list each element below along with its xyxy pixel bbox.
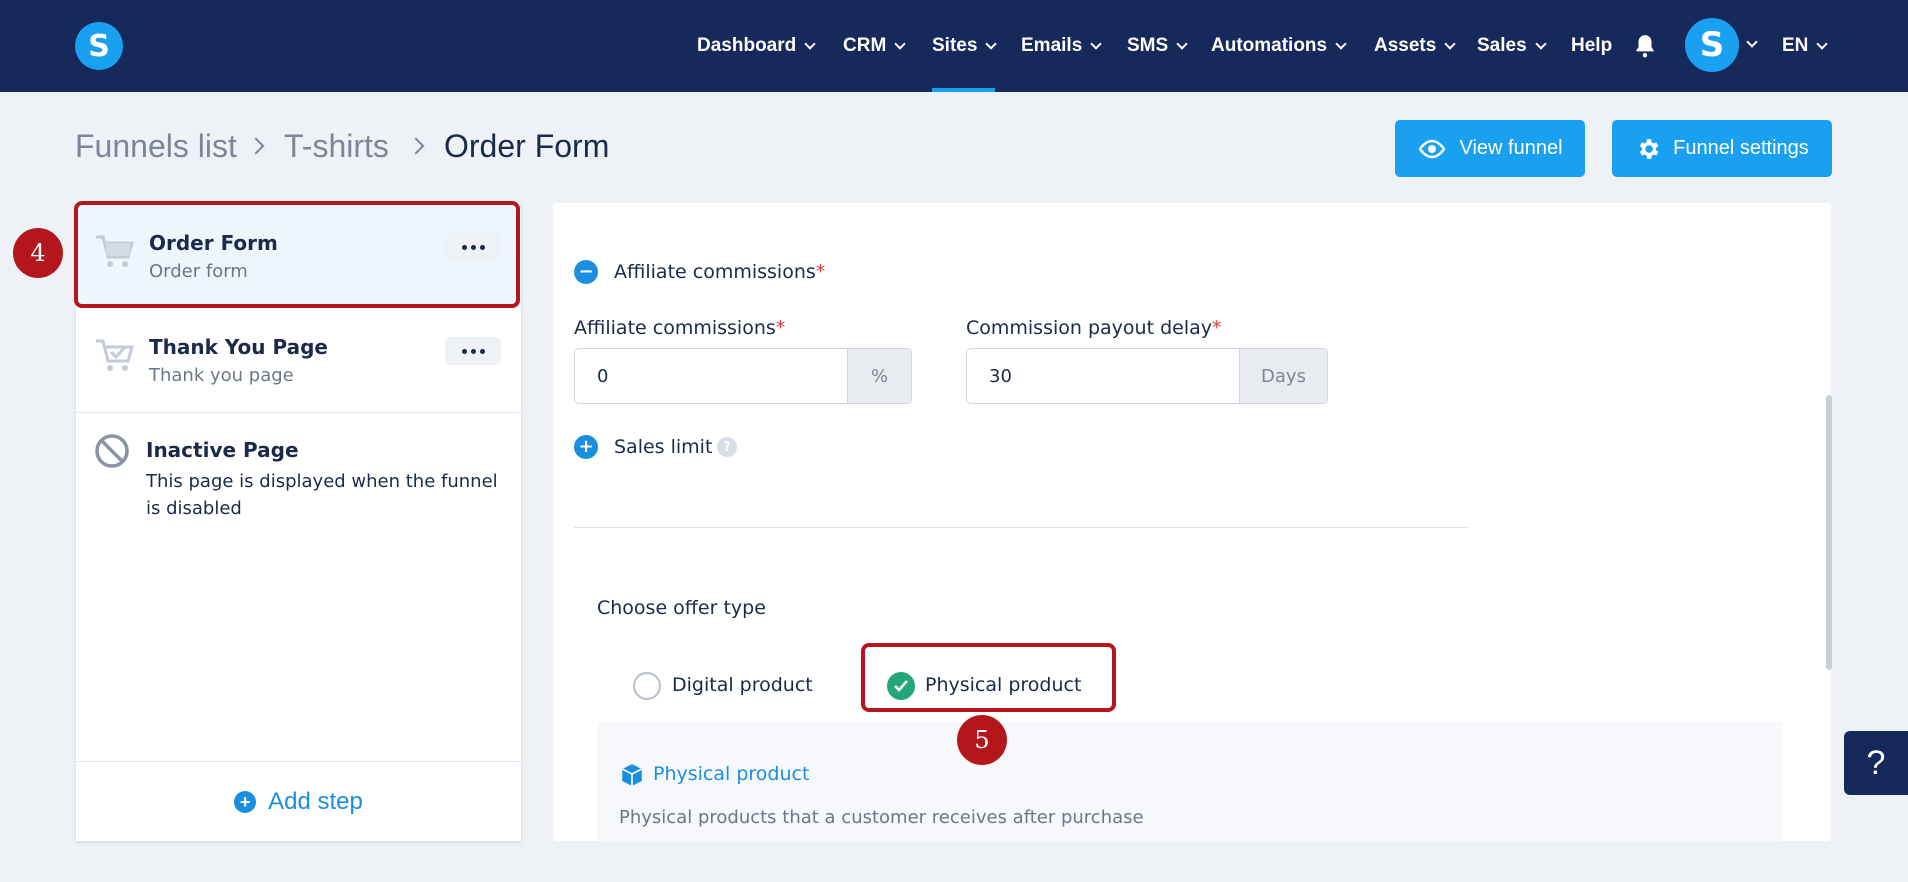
eye-icon <box>1418 139 1446 158</box>
plus-circle-icon[interactable]: + <box>574 435 598 459</box>
divider <box>574 527 1469 528</box>
add-step-button[interactable]: + Add step <box>76 761 521 841</box>
nav-sites[interactable]: Sites <box>932 0 998 92</box>
nav-crm[interactable]: CRM <box>843 0 906 92</box>
gear-icon <box>1639 138 1659 159</box>
offer-info-title: Physical product <box>653 763 810 785</box>
page-title: Order Form <box>444 128 610 164</box>
offer-info-description: Physical products that a customer receiv… <box>619 807 1144 828</box>
step-thank-you-page[interactable]: Thank You Page Thank you page <box>76 307 521 413</box>
highlight-order-form <box>74 201 520 308</box>
disabled-icon <box>95 434 129 468</box>
chevron-down-icon <box>1335 37 1347 50</box>
step-title: Inactive Page <box>146 438 299 462</box>
language-switcher[interactable]: EN <box>1782 0 1829 92</box>
help-tooltip-icon[interactable]: ? <box>717 437 737 457</box>
payout-delay-label: Commission payout delay* <box>966 317 1222 339</box>
highlight-physical-product <box>861 643 1116 712</box>
breadcrumb-t-shirts[interactable]: T-shirts <box>284 128 389 165</box>
payout-delay-input[interactable]: 30 Days <box>966 348 1328 404</box>
nav-emails[interactable]: Emails <box>1021 0 1102 92</box>
bell-icon[interactable] <box>1632 33 1658 59</box>
top-navbar: S Dashboard CRM Sites Emails SMS Automat… <box>0 0 1908 92</box>
nav-automations[interactable]: Automations <box>1211 0 1347 92</box>
view-funnel-button[interactable]: View funnel <box>1395 120 1585 177</box>
nav-label: SMS <box>1127 35 1169 56</box>
nav-label: Sites <box>932 35 978 56</box>
chevron-down-icon <box>1444 37 1456 50</box>
payout-delay-value[interactable]: 30 <box>967 349 1239 403</box>
funnel-settings-button[interactable]: Funnel settings <box>1612 120 1832 177</box>
logo[interactable]: S <box>75 22 123 70</box>
digital-product-label[interactable]: Digital product <box>672 674 813 696</box>
nav-label: Help <box>1571 35 1613 56</box>
chevron-right-icon <box>247 137 265 155</box>
nav-sms[interactable]: SMS <box>1127 0 1188 92</box>
step-subtitle: Thank you page <box>149 365 294 386</box>
cart-check-icon <box>96 339 134 371</box>
nav-help[interactable]: Help <box>1571 0 1612 92</box>
step-subtitle: This page is displayed when the funnel i… <box>146 471 498 519</box>
nav-dashboard[interactable]: Dashboard <box>697 0 816 92</box>
affiliate-section-title: Affiliate commissions* <box>614 261 826 283</box>
chevron-down-icon <box>985 37 998 50</box>
nav-label: CRM <box>843 35 887 56</box>
chevron-down-icon <box>1534 37 1547 50</box>
scrollbar[interactable] <box>1826 395 1832 670</box>
offer-type-description: Physical product Physical products that … <box>597 722 1782 841</box>
nav-assets[interactable]: Assets <box>1374 0 1456 92</box>
more-options-button[interactable] <box>445 337 501 365</box>
offer-type-label: Choose offer type <box>597 597 766 619</box>
add-step-label: Add step <box>268 787 363 815</box>
chevron-down-icon[interactable] <box>1746 36 1758 48</box>
help-button[interactable]: ? <box>1844 731 1908 795</box>
chevron-down-icon <box>1090 37 1102 50</box>
chevron-right-icon <box>407 137 425 155</box>
affiliate-commissions-value[interactable]: 0 <box>575 349 847 403</box>
affiliate-commissions-label: Affiliate commissions* <box>574 317 786 339</box>
chevron-down-icon <box>1816 37 1829 50</box>
language-label: EN <box>1782 35 1809 56</box>
nav-sales[interactable]: Sales <box>1477 0 1547 92</box>
avatar[interactable]: S <box>1685 18 1739 72</box>
nav-label: Assets <box>1374 35 1437 56</box>
step-badge-5: 5 <box>957 715 1007 765</box>
nav-label: Emails <box>1021 35 1083 56</box>
plus-circle-icon: + <box>234 790 257 813</box>
affiliate-commissions-input[interactable]: 0 % <box>574 348 912 404</box>
step-inactive-page[interactable]: Inactive Page This page is displayed whe… <box>76 413 521 533</box>
nav-label: Dashboard <box>697 35 797 56</box>
days-suffix: Days <box>1239 349 1327 403</box>
nav-label: Sales <box>1477 35 1527 56</box>
box-icon <box>621 764 643 786</box>
minus-circle-icon[interactable]: − <box>574 260 598 284</box>
chevron-down-icon <box>894 37 906 50</box>
funnel-settings-label: Funnel settings <box>1673 137 1809 159</box>
view-funnel-label: View funnel <box>1459 137 1563 159</box>
digital-product-radio[interactable] <box>633 672 661 700</box>
chevron-down-icon <box>1176 37 1188 50</box>
nav-label: Automations <box>1211 35 1328 56</box>
percent-suffix: % <box>847 349 911 403</box>
breadcrumb-funnels-list[interactable]: Funnels list <box>75 128 237 165</box>
step-title: Thank You Page <box>149 335 328 359</box>
chevron-down-icon <box>804 37 816 50</box>
step-badge-4: 4 <box>13 228 63 278</box>
sales-limit-label[interactable]: Sales limit <box>614 436 712 458</box>
